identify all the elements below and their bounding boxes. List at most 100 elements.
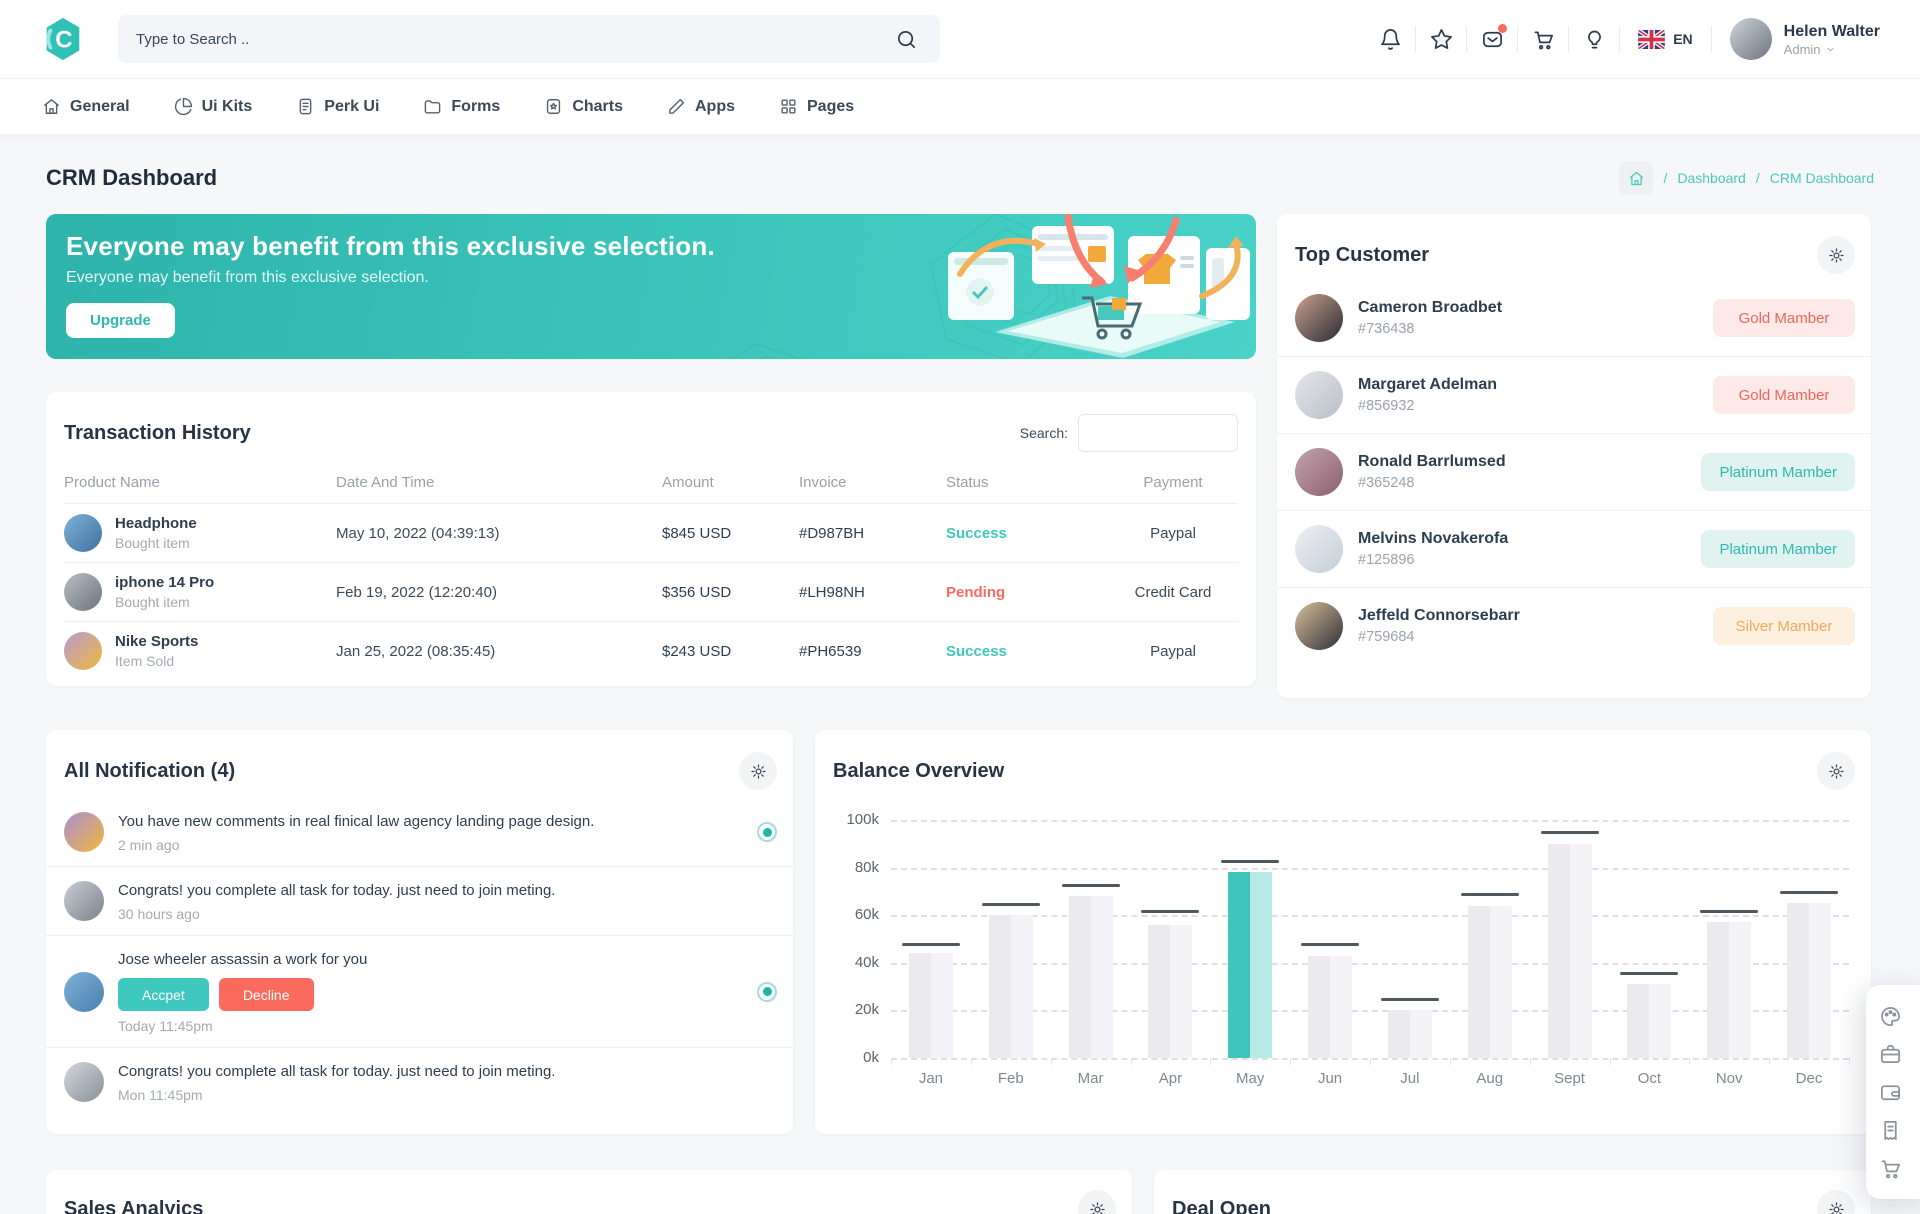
amount-cell: $845 USD <box>662 525 799 542</box>
balance-settings-button[interactable] <box>1817 752 1855 790</box>
separator <box>1711 26 1712 52</box>
search-button[interactable] <box>890 16 922 62</box>
customer-name: Melvins Novakerofa <box>1358 530 1508 548</box>
target-marker <box>1062 884 1120 887</box>
nav-item-ui-kits[interactable]: Ui Kits <box>174 97 253 116</box>
user-name: Helen Walter <box>1784 22 1880 42</box>
rail-palette-button[interactable] <box>1866 997 1920 1035</box>
x-tick <box>1290 1058 1291 1065</box>
table-search-label: Search: <box>1020 425 1068 441</box>
unread-radio[interactable] <box>757 982 777 1002</box>
notification-decline-button[interactable]: Decline <box>219 978 314 1011</box>
notifications-settings-button[interactable] <box>739 752 777 790</box>
column-header: Payment <box>1110 474 1236 491</box>
rail-cart-button[interactable] <box>1866 1149 1920 1187</box>
unread-radio[interactable] <box>757 822 777 842</box>
user-menu[interactable]: Helen Walter Admin <box>1714 18 1880 60</box>
balance-bar <box>1388 1010 1432 1058</box>
grid-icon <box>779 97 798 116</box>
notification-item: Congrats! you complete all task for toda… <box>46 1047 793 1116</box>
breadcrumb-home-button[interactable] <box>1619 161 1653 195</box>
breadcrumb-dashboard[interactable]: Dashboard <box>1677 170 1746 186</box>
chart-column-jan <box>891 820 971 1058</box>
cart-button[interactable] <box>1520 16 1566 62</box>
payment-cell: Paypal <box>1110 525 1236 542</box>
language-selector[interactable]: EN <box>1622 30 1708 49</box>
top-customer-settings-button[interactable] <box>1817 236 1855 274</box>
customer-id: #856932 <box>1358 398 1497 414</box>
datetime-cell: Feb 19, 2022 (12:20:40) <box>336 584 662 601</box>
bulb-button[interactable] <box>1571 16 1617 62</box>
pie-icon <box>174 97 193 116</box>
table-search: Search: <box>1020 414 1238 452</box>
breadcrumb: / Dashboard / CRM Dashboard <box>1619 161 1874 195</box>
customer-name: Jeffeld Connorsebarr <box>1358 607 1520 625</box>
search-input[interactable] <box>136 31 890 48</box>
bell-button[interactable] <box>1367 16 1413 62</box>
x-tick <box>1610 1058 1611 1065</box>
notification-accpet-button[interactable]: Accpet <box>118 978 209 1011</box>
nav-item-apps[interactable]: Apps <box>667 97 735 116</box>
balance-bar <box>1787 903 1831 1058</box>
x-tick <box>1769 1058 1770 1065</box>
mail-button[interactable] <box>1469 16 1515 62</box>
chevron-down-icon <box>1825 44 1836 55</box>
product-name: Nike Sports <box>115 633 198 650</box>
balance-bar <box>1308 956 1352 1058</box>
customer-name: Ronald Barrlumsed <box>1358 453 1506 471</box>
rail-wallet-button[interactable] <box>1866 1073 1920 1111</box>
nav-item-charts[interactable]: Charts <box>544 97 623 116</box>
chart-column-jul <box>1370 820 1450 1058</box>
product-type: Bought item <box>115 594 214 610</box>
avatar <box>64 573 102 611</box>
star-button[interactable] <box>1418 16 1464 62</box>
amount-cell: $356 USD <box>662 584 799 601</box>
sales-settings-button[interactable] <box>1078 1190 1116 1214</box>
target-marker <box>1461 893 1519 896</box>
cart-icon <box>1879 1157 1902 1180</box>
balance-overview-title: Balance Overview <box>833 760 1004 783</box>
language-label: EN <box>1673 31 1692 47</box>
x-tick <box>1689 1058 1690 1065</box>
gear-icon <box>1828 1201 1845 1214</box>
rail-briefcase-button[interactable] <box>1866 1035 1920 1073</box>
floating-side-toolbar <box>1866 985 1920 1199</box>
table-search-input[interactable] <box>1078 414 1238 452</box>
product-cell: iphone 14 ProBought item <box>64 573 336 611</box>
nav-item-label: Perk Ui <box>324 98 379 116</box>
breadcrumb-separator: / <box>1756 170 1760 186</box>
avatar <box>1295 294 1343 342</box>
table-row: Nike SportsItem SoldJan 25, 2022 (08:35:… <box>64 621 1238 680</box>
upgrade-button[interactable]: Upgrade <box>66 303 175 338</box>
notifications-title: All Notification (4) <box>64 760 235 783</box>
target-marker <box>1780 891 1838 894</box>
status-cell: Success <box>946 525 1110 542</box>
membership-badge: Platinum Mamber <box>1701 453 1855 491</box>
deal-settings-button[interactable] <box>1817 1190 1855 1214</box>
gear-icon <box>1089 1201 1106 1214</box>
breadcrumb-crm-dashboard[interactable]: CRM Dashboard <box>1770 170 1874 186</box>
nav-item-forms[interactable]: Forms <box>423 97 500 116</box>
datetime-cell: May 10, 2022 (04:39:13) <box>336 525 662 542</box>
top-customer-title: Top Customer <box>1295 244 1429 267</box>
customer-row: Ronald Barrlumsed#365248Platinum Mamber <box>1277 433 1871 510</box>
balance-bar <box>1548 844 1592 1058</box>
membership-badge: Silver Mamber <box>1713 607 1855 645</box>
badge-icon <box>544 97 563 116</box>
target-marker <box>1301 943 1359 946</box>
app-logo-icon[interactable]: C <box>40 16 86 62</box>
nav-item-perk-ui[interactable]: Perk Ui <box>296 97 379 116</box>
x-tick-label: Dec <box>1769 1070 1849 1087</box>
home-icon <box>1628 170 1645 187</box>
invoice-cell: #LH98NH <box>799 584 946 601</box>
nav-item-general[interactable]: General <box>42 97 130 116</box>
transaction-history-title: Transaction History <box>64 422 251 445</box>
x-tick-label: Jun <box>1290 1070 1370 1087</box>
briefcase-icon <box>1879 1043 1902 1066</box>
avatar <box>1295 525 1343 573</box>
x-tick <box>1210 1058 1211 1065</box>
nav-item-pages[interactable]: Pages <box>779 97 854 116</box>
rail-receipt-button[interactable] <box>1866 1111 1920 1149</box>
crm-dashboard-app: C EN Helen Walter Admin GeneralUi KitsP <box>0 0 1920 1214</box>
main-nav: General Ui Kits Perk Ui Forms Charts Apps Page… <box>0 78 1920 134</box>
